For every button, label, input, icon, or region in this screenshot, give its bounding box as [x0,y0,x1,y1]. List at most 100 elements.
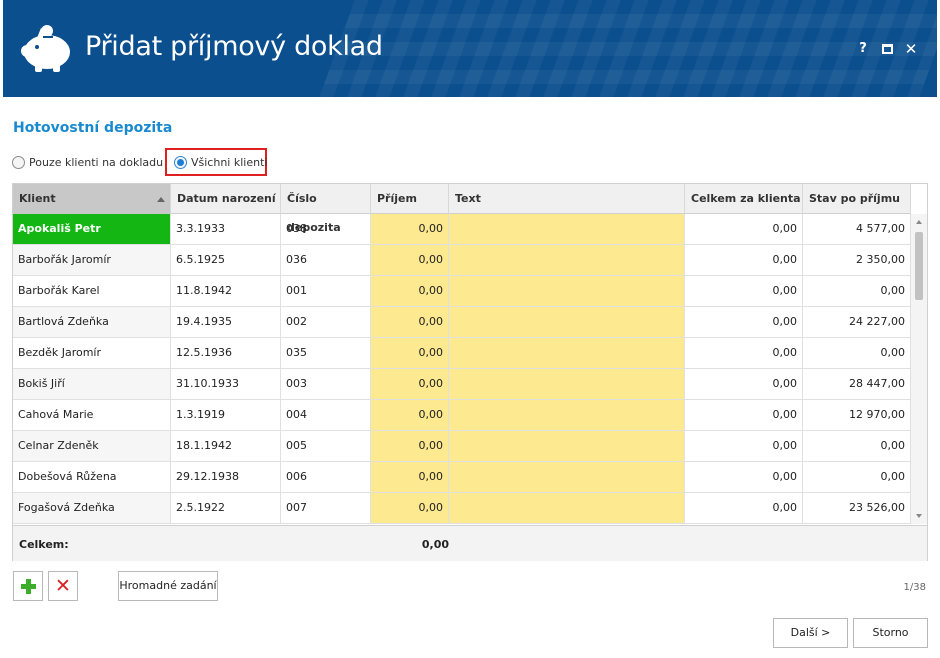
cell-client-total: 0,00 [685,338,803,368]
cell-client-total: 0,00 [685,307,803,337]
maximize-button[interactable] [879,41,895,57]
cell-income[interactable]: 0,00 [371,245,449,275]
cell-balance: 23 526,00 [803,493,911,523]
cell-dob: 19.4.1935 [171,307,281,337]
cell-balance: 24 227,00 [803,307,911,337]
cell-text[interactable] [449,369,685,399]
cell-text[interactable] [449,493,685,523]
close-button[interactable]: ✕ [903,41,919,57]
delete-button[interactable]: ✕ [48,571,78,601]
sort-ascending-icon [157,197,165,202]
cell-client-total: 0,00 [685,431,803,461]
cell-client-total: 0,00 [685,214,803,244]
cell-deposit-number: 001 [281,276,371,306]
cell-text[interactable] [449,431,685,461]
cell-income[interactable]: 0,00 [371,214,449,244]
cell-income[interactable]: 0,00 [371,307,449,337]
table-row[interactable]: Bartlová Zdeňka 19.4.1935 002 0,00 0,00 24 22… [13,307,911,338]
cell-client: Apokališ Petr [13,214,171,244]
footer-income-total: 0,00 [421,538,449,551]
cell-income[interactable]: 0,00 [371,431,449,461]
table-row[interactable]: Dobešová Růžena 29.12.1938 006 0,00 0,00 0,00 [13,462,911,493]
cell-dob: 18.1.1942 [171,431,281,461]
cell-dob: 6.5.1925 [171,245,281,275]
add-button[interactable] [13,571,43,601]
table-row[interactable]: Celnar Zdeněk 18.1.1942 005 0,00 0,00 0,00 [13,431,911,462]
cell-income[interactable]: 0,00 [371,369,449,399]
cell-client-total: 0,00 [685,493,803,523]
grid-header: Klient Datum narození Číslo depozita Pří… [13,184,911,234]
cell-client: Bokiš Jiří [13,369,171,399]
cell-client-total: 0,00 [685,245,803,275]
column-header-client[interactable]: Klient [13,184,171,214]
table-row[interactable]: Bokiš Jiří 31.10.1933 003 0,00 0,00 28 447,00 [13,369,911,400]
radio-clients-on-document[interactable]: Pouze klienti na dokladu [12,156,163,169]
cell-balance: 12 970,00 [803,400,911,430]
column-header-client-total[interactable]: Celkem za klienta [685,184,803,214]
cell-dob: 3.3.1933 [171,214,281,244]
cell-dob: 31.10.1933 [171,369,281,399]
column-header-text[interactable]: Text [449,184,685,214]
cell-income[interactable]: 0,00 [371,400,449,430]
cell-text[interactable] [449,338,685,368]
next-button[interactable]: Další > [773,618,848,648]
radio-label: Pouze klienti na dokladu [29,156,164,169]
table-row[interactable]: Apokališ Petr 3.3.1933 038 0,00 0,00 4 577,00 [13,214,911,245]
cell-balance: 2 350,00 [803,245,911,275]
cell-text[interactable] [449,245,685,275]
header-pattern [319,0,937,97]
cancel-button[interactable]: Storno [853,618,928,648]
cell-dob: 29.12.1938 [171,462,281,492]
cell-income[interactable]: 0,00 [371,276,449,306]
cell-client: Bezděk Jaromír [13,338,171,368]
cell-client-total: 0,00 [685,276,803,306]
cell-client: Cahová Marie [13,400,171,430]
section-title: Hotovostní depozita [13,120,173,136]
table-row[interactable]: Barbořák Jaromír 6.5.1925 036 0,00 0,00 2 350… [13,245,911,276]
cell-balance: 0,00 [803,462,911,492]
scrollbar-thumb[interactable] [915,232,923,300]
cell-text[interactable] [449,214,685,244]
column-label: Klient [19,192,56,205]
help-button[interactable]: ? [855,41,871,57]
radio-circle-selected [174,156,187,169]
cell-text[interactable] [449,307,685,337]
vertical-scrollbar[interactable] [910,214,927,524]
column-header-income[interactable]: Příjem [371,184,449,214]
cell-text[interactable] [449,400,685,430]
table-row[interactable]: Bezděk Jaromír 12.5.1936 035 0,00 0,00 0,00 [13,338,911,369]
cell-balance: 0,00 [803,276,911,306]
window-header: Přidat příjmový doklad ? ✕ [3,0,937,97]
column-header-balance[interactable]: Stav po příjmu [803,184,911,214]
scroll-up-icon[interactable] [916,220,922,224]
column-header-dob[interactable]: Datum narození [171,184,281,214]
cell-client-total: 0,00 [685,369,803,399]
radio-all-clients[interactable]: Všichni klienti [174,156,267,169]
scroll-down-icon[interactable] [916,514,922,518]
cell-dob: 1.3.1919 [171,400,281,430]
radio-circle [12,156,25,169]
cell-balance: 0,00 [803,431,911,461]
cell-deposit-number: 002 [281,307,371,337]
bulk-entry-button[interactable]: Hromadné zadání [118,571,218,601]
cell-income[interactable]: 0,00 [371,462,449,492]
cell-income[interactable]: 0,00 [371,338,449,368]
cell-income[interactable]: 0,00 [371,493,449,523]
cell-dob: 12.5.1936 [171,338,281,368]
cell-dob: 2.5.1922 [171,493,281,523]
cell-dob: 11.8.1942 [171,276,281,306]
table-row[interactable]: Fogašová Zdeňka 2.5.1922 007 0,00 0,00 23 526… [13,493,911,524]
cell-client: Celnar Zdeněk [13,431,171,461]
pager-indicator: 1/38 [903,582,926,593]
grid-footer: Celkem: 0,00 [13,525,927,561]
table-row[interactable]: Cahová Marie 1.3.1919 004 0,00 0,00 12 970,00 [13,400,911,431]
column-header-deposit-number[interactable]: Číslo depozita [281,184,371,234]
delete-icon: ✕ [55,575,71,597]
piggy-bank-icon [21,25,70,72]
table-row[interactable]: Barbořák Karel 11.8.1942 001 0,00 0,00 0,00 [13,276,911,307]
cell-client: Bartlová Zdeňka [13,307,171,337]
cell-text[interactable] [449,276,685,306]
cell-balance: 28 447,00 [803,369,911,399]
cell-text[interactable] [449,462,685,492]
deposits-grid: Klient Datum narození Číslo depozita Pří… [12,183,928,561]
